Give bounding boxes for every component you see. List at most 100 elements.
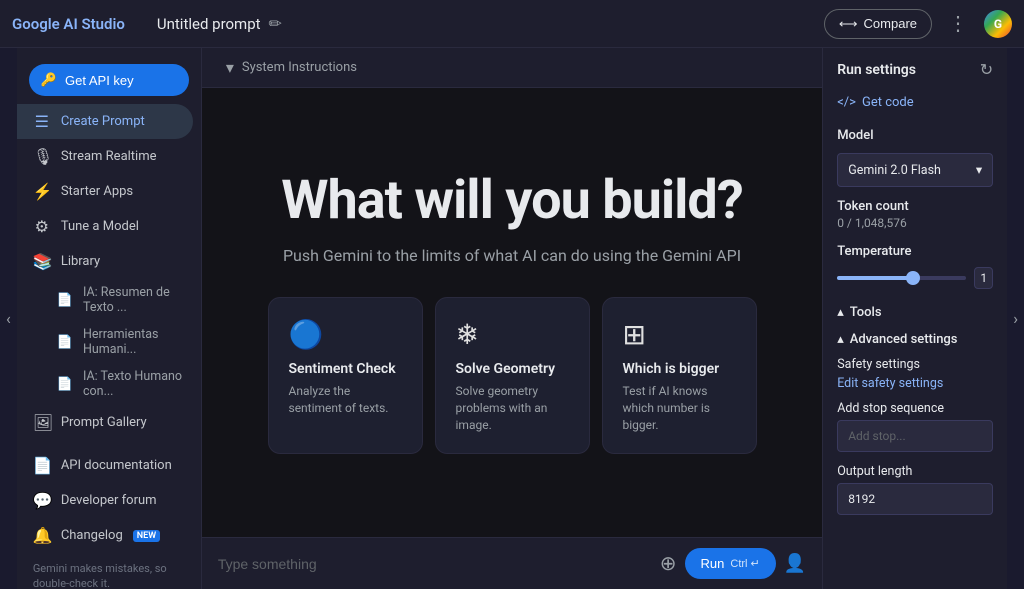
advanced-chevron-icon: ▴: [837, 332, 844, 347]
new-badge: NEW: [133, 530, 160, 542]
stop-sequence-label: Add stop sequence: [823, 397, 1007, 420]
system-instructions-chevron: ▾: [226, 58, 234, 77]
changelog-icon: 🔔: [33, 526, 51, 545]
main-layout: ‹ 🔑 Get API key ☰ Create Prompt 🎙 Stream…: [0, 48, 1024, 589]
bigger-icon: ⊞: [623, 318, 736, 351]
card-which-bigger[interactable]: ⊞ Which is bigger Test if AI knows which…: [602, 297, 757, 454]
token-count-value: 0 / 1,048,576: [837, 216, 993, 230]
stop-placeholder: Add stop...: [848, 429, 905, 443]
sidebar-sub-item-herramientas[interactable]: 📄 Herramientas Humani...: [17, 321, 201, 363]
card-solve-geometry[interactable]: ❄ Solve Geometry Solve geometry problems…: [435, 297, 590, 454]
system-instructions-bar[interactable]: ▾ System Instructions: [202, 48, 822, 88]
prompt-input[interactable]: [218, 556, 652, 572]
sidebar-item-starter-apps[interactable]: ⚡ Starter Apps: [17, 174, 193, 209]
temperature-slider[interactable]: [837, 276, 966, 280]
key-icon: 🔑: [41, 72, 57, 88]
doc-icon-3: 📄: [57, 377, 73, 392]
person-button[interactable]: 👤: [784, 553, 806, 574]
sidebar: 🔑 Get API key ☰ Create Prompt 🎙 Stream R…: [17, 48, 202, 589]
output-length-label: Output length: [823, 460, 1007, 483]
cards-row: 🔵 Sentiment Check Analyze the sentiment …: [268, 297, 757, 454]
tune-icon: ⚙: [33, 217, 51, 236]
hero-title: What will you build?: [281, 171, 742, 230]
sidebar-sub-item-ia-resumen[interactable]: 📄 IA: Resumen de Texto ...: [17, 279, 201, 321]
hero-section: What will you build? Push Gemini to the …: [202, 88, 822, 537]
prompt-title: Untitled prompt: [157, 15, 261, 33]
card-title-sentiment: Sentiment Check: [289, 361, 402, 377]
output-length-value[interactable]: 8192: [837, 483, 993, 515]
system-instructions-label: System Instructions: [242, 60, 357, 75]
sidebar-item-library[interactable]: 📚 Library: [17, 244, 193, 279]
edit-safety-link[interactable]: Edit safety settings: [837, 376, 993, 391]
input-bar: ⊕ Run Ctrl ↵ 👤: [202, 537, 822, 589]
starter-apps-icon: ⚡: [33, 182, 51, 201]
gallery-icon: 🖼: [33, 413, 51, 432]
right-panel-header: Run settings ↻: [823, 60, 1007, 91]
prompt-title-area: Untitled prompt ✏: [157, 14, 824, 33]
token-count-label: Token count: [837, 199, 993, 214]
api-doc-icon: 📄: [33, 456, 51, 475]
topbar-actions: ⟷ Compare ⋮ G: [824, 7, 1012, 40]
safety-settings-section: Safety settings Edit safety settings: [823, 353, 1007, 397]
card-desc-geometry: Solve geometry problems with an image.: [456, 383, 569, 433]
sidebar-bottom: 📄 API documentation 💬 Developer forum 🔔 …: [17, 440, 201, 589]
doc-icon-1: 📄: [57, 293, 73, 308]
advanced-settings-label: Advanced settings: [850, 332, 958, 347]
doc-icon-2: 📄: [57, 335, 73, 350]
sidebar-item-changelog[interactable]: 🔔 Changelog NEW: [17, 518, 193, 553]
refresh-icon[interactable]: ↻: [980, 60, 993, 79]
right-panel: Run settings ↻ </> Get code Model Gemini…: [822, 48, 1007, 589]
geometry-icon: ❄: [456, 318, 569, 351]
stream-icon: 🎙: [33, 147, 51, 166]
stop-sequence-input[interactable]: Add stop...: [837, 420, 993, 452]
forum-icon: 💬: [33, 491, 51, 510]
more-options-button[interactable]: ⋮: [940, 7, 976, 40]
add-content-button[interactable]: ⊕: [660, 551, 677, 576]
sidebar-sub-item-ia-texto[interactable]: 📄 IA: Texto Humano con...: [17, 363, 201, 405]
nav-left-arrow[interactable]: ‹: [0, 48, 17, 589]
app-logo: Google AI Studio: [12, 15, 125, 33]
card-title-bigger: Which is bigger: [623, 361, 736, 377]
edit-title-icon[interactable]: ✏: [269, 14, 282, 33]
tools-section-header[interactable]: ▴ Tools: [823, 299, 1007, 326]
nav-right-arrow[interactable]: ›: [1007, 48, 1024, 589]
temperature-slider-row: 1: [837, 267, 993, 289]
sidebar-item-stream-realtime[interactable]: 🎙 Stream Realtime: [17, 139, 193, 174]
sidebar-item-api-documentation[interactable]: 📄 API documentation: [17, 448, 193, 483]
sentiment-icon: 🔵: [289, 318, 402, 351]
card-desc-bigger: Test if AI knows which number is bigger.: [623, 383, 736, 433]
get-code-link[interactable]: </> Get code: [823, 91, 1007, 122]
advanced-settings-header[interactable]: ▴ Advanced settings: [823, 326, 1007, 353]
sidebar-item-prompt-gallery[interactable]: 🖼 Prompt Gallery: [17, 405, 193, 440]
sidebar-item-create-prompt[interactable]: ☰ Create Prompt: [17, 104, 193, 139]
card-desc-sentiment: Analyze the sentiment of texts.: [289, 383, 402, 417]
code-icon: </>: [837, 95, 856, 110]
create-prompt-icon: ☰: [33, 112, 51, 131]
run-shortcut: Ctrl ↵: [730, 557, 759, 570]
temperature-value: 1: [974, 267, 993, 289]
run-button[interactable]: Run Ctrl ↵: [685, 548, 776, 579]
get-api-key-button[interactable]: 🔑 Get API key: [29, 64, 189, 96]
tools-chevron-icon: ▴: [837, 305, 844, 320]
sidebar-item-developer-forum[interactable]: 💬 Developer forum: [17, 483, 193, 518]
content-area: ▾ System Instructions What will you buil…: [202, 48, 822, 589]
temperature-section: Temperature 1: [823, 240, 1007, 299]
model-section-label: Model: [823, 122, 1007, 149]
tools-label: Tools: [850, 305, 882, 320]
model-selector[interactable]: Gemini 2.0 Flash ▾: [837, 153, 993, 187]
compare-icon: ⟷: [839, 16, 858, 32]
avatar[interactable]: G: [984, 10, 1012, 38]
hero-subtitle: Push Gemini to the limits of what AI can…: [283, 246, 741, 265]
card-sentiment-check[interactable]: 🔵 Sentiment Check Analyze the sentiment …: [268, 297, 423, 454]
footer-disclaimer: Gemini makes mistakes, so double-check i…: [17, 553, 201, 589]
compare-button[interactable]: ⟷ Compare: [824, 9, 932, 39]
run-settings-title: Run settings: [837, 62, 916, 78]
safety-settings-label: Safety settings: [837, 357, 993, 372]
run-label: Run: [701, 556, 725, 571]
model-chevron-icon: ▾: [976, 162, 982, 178]
topbar: Google AI Studio Untitled prompt ✏ ⟷ Com…: [0, 0, 1024, 48]
token-count-section: Token count 0 / 1,048,576: [823, 195, 1007, 240]
model-value: Gemini 2.0 Flash: [848, 163, 941, 178]
sidebar-item-tune-model[interactable]: ⚙ Tune a Model: [17, 209, 193, 244]
card-title-geometry: Solve Geometry: [456, 361, 569, 377]
